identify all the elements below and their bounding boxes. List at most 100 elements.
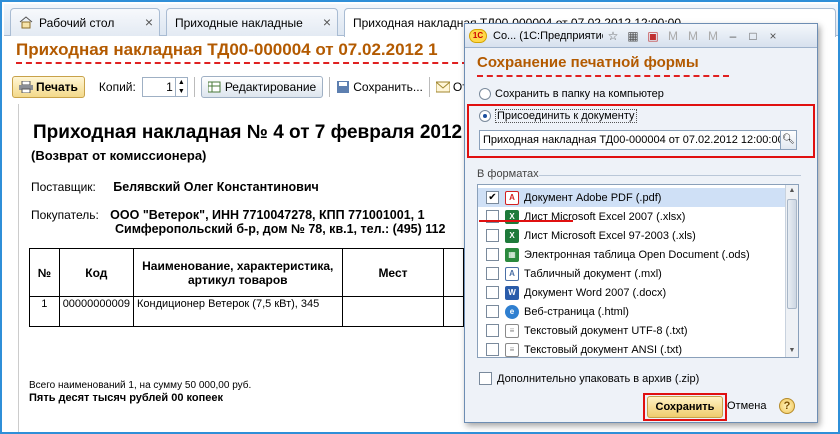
radio-icon xyxy=(479,88,491,101)
zip-label: Дополнительно упаковать в архив (.zip) xyxy=(497,372,700,385)
cancel-button[interactable]: Отмена xyxy=(727,400,766,412)
copies-stepper[interactable]: 1 ▲ ▼ xyxy=(141,77,188,97)
scroll-up-icon[interactable]: ▲ xyxy=(786,185,798,197)
floppy-icon xyxy=(337,81,350,93)
1c-logo-icon: 1С xyxy=(469,28,487,43)
column-header xyxy=(443,248,464,297)
checkbox[interactable] xyxy=(486,286,499,299)
heading-underline xyxy=(477,75,729,77)
invoice-total-words: Пять десят тысяч рублей 00 копеек xyxy=(29,392,223,404)
items-table: № Код Наименование, характеристика, арти… xyxy=(29,248,464,327)
checkbox[interactable] xyxy=(486,343,499,356)
attach-to-document-radio[interactable]: Присоединить к документу xyxy=(479,109,637,123)
maximize-icon[interactable]: □ xyxy=(746,29,760,43)
table-row: 1 00000000009 Кондиционер Ветерок (7,5 к… xyxy=(29,296,464,327)
calculator-icon[interactable]: ▦ xyxy=(626,29,640,43)
copies-label: Копий: xyxy=(98,80,136,94)
save-button[interactable]: Сохранить xyxy=(647,396,723,418)
excel-icon: X xyxy=(505,228,519,243)
save-print-form-dialog: 1С Со... (1С:Предприятие) ☆ ▦ ▣ M M M – … xyxy=(464,23,818,423)
ods-icon: ▦ xyxy=(505,247,519,262)
calendar-icon[interactable]: ▣ xyxy=(646,29,660,43)
divider xyxy=(428,77,430,97)
edit-button[interactable]: Редактирование xyxy=(200,76,324,98)
star-icon[interactable]: ☆ xyxy=(606,29,620,43)
close-icon[interactable]: × xyxy=(323,14,331,30)
buyer-label: Покупатель: xyxy=(31,208,99,222)
close-icon[interactable]: × xyxy=(766,29,780,43)
mxl-icon: A xyxy=(505,266,519,281)
memory-mplus-icon[interactable]: M xyxy=(686,29,700,43)
scrollbar[interactable]: ▲ ▼ xyxy=(785,185,798,357)
list-item[interactable]: A Табличный документ (.mxl) xyxy=(478,264,786,283)
invoice-title: Приходная накладная № 4 от 7 февраля 201… xyxy=(33,122,463,143)
table-header-row: № Код Наименование, характеристика, арти… xyxy=(29,248,464,297)
table-cell xyxy=(443,296,464,327)
table-cell xyxy=(341,296,445,327)
list-item[interactable]: W Документ Word 2007 (.docx) xyxy=(478,283,786,302)
divider xyxy=(329,77,331,97)
close-icon[interactable]: × xyxy=(145,14,153,30)
tab-label: Приходные накладные xyxy=(175,15,303,30)
html-icon: e xyxy=(505,304,519,319)
minimize-icon[interactable]: – xyxy=(726,29,740,43)
dialog-titlebar: 1С Со... (1С:Предприятие) ☆ ▦ ▣ M M M – … xyxy=(465,24,817,48)
formats-label: В форматах xyxy=(477,168,539,180)
divider xyxy=(539,175,801,176)
column-header: Код xyxy=(58,248,134,297)
buyer-address: Симферопольский б-р, дом № 78, кв.1, тел… xyxy=(115,222,446,236)
attach-document-field[interactable]: Приходная накладная ТД00-000004 от 07.02… xyxy=(479,130,797,150)
list-item[interactable]: e Веб-страница (.html) xyxy=(478,302,786,321)
list-item[interactable]: ≡ Текстовый документ ANSI (.txt) xyxy=(478,340,786,357)
pdf-highlight-underline xyxy=(479,220,573,222)
checkbox[interactable] xyxy=(486,305,499,318)
help-icon[interactable]: ? xyxy=(779,398,795,414)
pdf-icon: A xyxy=(505,190,519,205)
checkbox[interactable] xyxy=(486,229,499,242)
divider xyxy=(193,77,195,97)
list-item[interactable]: ✔ A Документ Adobe PDF (.pdf) xyxy=(478,188,786,207)
printer-icon xyxy=(19,81,33,93)
tab-label: Рабочий стол xyxy=(39,15,115,30)
column-header: Мест xyxy=(341,248,445,297)
list-item[interactable]: X Лист Microsoft Excel 97-2003 (.xls) xyxy=(478,226,786,245)
save-as-button[interactable]: Сохранить... xyxy=(336,80,423,94)
table-cell: Кондиционер Ветерок (7,5 кВт), 345 xyxy=(132,296,343,327)
tab-incoming-invoices[interactable]: Приходные накладные × xyxy=(166,8,338,36)
zip-checkbox-row[interactable]: Дополнительно упаковать в архив (.zip) xyxy=(479,372,699,385)
checkbox[interactable] xyxy=(486,267,499,280)
search-icon[interactable]: 🔍︎ xyxy=(780,131,796,149)
radio-selected-icon xyxy=(479,110,491,123)
list-item[interactable]: ▦ Электронная таблица Open Document (.od… xyxy=(478,245,786,264)
buyer-value: ООО "Ветерок", ИНН 7710047278, КПП 77100… xyxy=(110,208,425,222)
application-window: Рабочий стол × Приходные накладные × При… xyxy=(0,0,840,434)
supplier-value: Белявский Олег Константинович xyxy=(113,180,319,194)
column-header: Наименование, характеристика, артикул то… xyxy=(132,248,343,297)
buyer-row: Покупатель: ООО "Ветерок", ИНН 771004727… xyxy=(31,208,425,222)
scroll-thumb[interactable] xyxy=(787,199,797,309)
checkbox-checked[interactable]: ✔ xyxy=(486,191,499,204)
checkbox[interactable] xyxy=(486,324,499,337)
table-cell: 00000000009 xyxy=(58,296,134,327)
table-cell: 1 xyxy=(29,296,60,327)
page-title: Приходная накладная ТД00-000004 от 07.02… xyxy=(16,40,438,59)
tab-desktop[interactable]: Рабочий стол × xyxy=(10,8,160,36)
list-item[interactable]: X Лист Microsoft Excel 2007 (.xlsx) xyxy=(478,207,786,226)
scroll-down-icon[interactable]: ▼ xyxy=(786,345,798,357)
spin-arrows-icon[interactable]: ▲ ▼ xyxy=(174,78,187,96)
memory-mminus-icon[interactable]: M xyxy=(706,29,720,43)
print-button[interactable]: Печать xyxy=(12,76,85,98)
supplier-row: Поставщик: Белявский Олег Константинович xyxy=(31,180,319,194)
print-toolbar: Печать Копий: 1 ▲ ▼ Редактирование Сохран… xyxy=(12,74,488,100)
memory-m-icon[interactable]: M xyxy=(666,29,680,43)
checkbox[interactable] xyxy=(486,248,499,261)
formats-list[interactable]: ✔ A Документ Adobe PDF (.pdf) X Лист Mic… xyxy=(477,184,799,358)
envelope-icon xyxy=(435,81,450,93)
save-to-folder-radio[interactable]: Сохранить в папку на компьютер xyxy=(479,88,664,101)
list-item[interactable]: ≡ Текстовый документ UTF-8 (.txt) xyxy=(478,321,786,340)
column-header: № xyxy=(29,248,60,297)
invoice-total: Всего наименований 1, на сумму 50 000,00… xyxy=(29,380,252,391)
checkbox[interactable] xyxy=(479,372,492,385)
supplier-label: Поставщик: xyxy=(31,180,96,194)
word-icon: W xyxy=(505,285,519,300)
